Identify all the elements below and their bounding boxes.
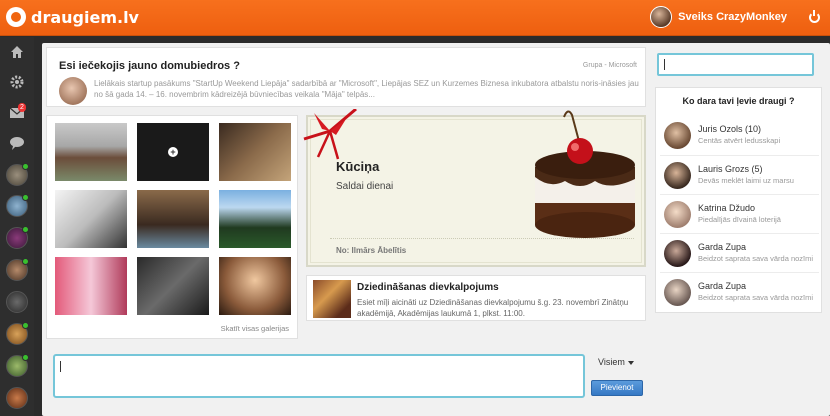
- friend-activity: Beidzot saprata sava vārda nozīmi: [698, 254, 814, 263]
- cake-icon: [535, 110, 635, 238]
- avatar[interactable]: [650, 6, 673, 28]
- list-item[interactable]: Juris Ozols (10) Centās atvērt ledusskap…: [660, 116, 819, 155]
- question-text: Lielākais startup pasākums "StartUp Week…: [94, 79, 639, 99]
- friend-avatar[interactable]: [6, 387, 28, 409]
- logo[interactable]: draugiem.lv: [6, 7, 139, 27]
- online-indicator: [22, 163, 29, 170]
- friend-name[interactable]: Katrina Džudo: [698, 203, 755, 213]
- birthday-subtitle: Saldai dienai: [336, 181, 394, 192]
- left-rail: 2: [0, 37, 34, 416]
- post-input[interactable]: [53, 354, 585, 398]
- event-image[interactable]: [313, 280, 351, 318]
- post-button[interactable]: Pievienot: [591, 380, 643, 396]
- audience-select[interactable]: Visiem: [598, 357, 634, 367]
- question-card[interactable]: Esi iečekojis jauno domubiedros ? Grupa …: [46, 47, 646, 107]
- gallery-thumb[interactable]: +: [137, 123, 209, 181]
- user-greeting[interactable]: Sveiks CrazyMonkey: [678, 11, 787, 23]
- online-indicator: [22, 226, 29, 233]
- user-area: Sveiks CrazyMonkey: [650, 6, 820, 28]
- friends-panel: Ko dara tavi ļevie draugi ? Juris Ozols …: [655, 87, 822, 313]
- plus-icon[interactable]: +: [168, 147, 178, 157]
- birthday-card[interactable]: Kūciņa Saldai dienai No: Ilmārs Ābelītis: [303, 109, 646, 267]
- avatar[interactable]: [664, 240, 691, 267]
- birthday-from[interactable]: No: Ilmārs Ābelītis: [336, 246, 406, 255]
- text-caret: [664, 59, 665, 70]
- question-group[interactable]: Grupa - Microsoft: [583, 62, 637, 69]
- avatar[interactable]: [664, 162, 691, 189]
- list-item[interactable]: Garda Zupa Beidzot saprata sava vārda no…: [660, 233, 819, 272]
- avatar[interactable]: [664, 279, 691, 306]
- gallery-thumb[interactable]: [219, 123, 291, 181]
- list-item[interactable]: Lauris Grozs (5) Devās meklēt laimi uz m…: [660, 155, 819, 194]
- text-caret: [60, 361, 61, 372]
- gallery-thumb[interactable]: [137, 190, 209, 248]
- friends-title: Ko dara tavi ļevie draugi ?: [682, 96, 795, 106]
- home-icon[interactable]: [9, 44, 25, 60]
- search-input[interactable]: [657, 53, 814, 76]
- gallery-thumb[interactable]: [55, 123, 127, 181]
- gear-icon[interactable]: [9, 74, 25, 90]
- event-text: Esiet mīļi aicināti uz Dziedināšanas die…: [357, 298, 629, 318]
- avatar[interactable]: [664, 201, 691, 228]
- friend-activity: Piedalījās dīvainā loterijā: [698, 215, 781, 224]
- gallery-thumb[interactable]: [137, 257, 209, 315]
- gallery-card: + Skatīt visas galerijas: [46, 115, 298, 339]
- online-indicator: [22, 194, 29, 201]
- friend-name[interactable]: Garda Zupa: [698, 242, 746, 252]
- friend-avatar[interactable]: [6, 291, 28, 313]
- gallery-thumb[interactable]: [55, 257, 127, 315]
- gallery-thumb[interactable]: [55, 190, 127, 248]
- friend-activity: Beidzot saprata sava vārda nozīmi: [698, 293, 814, 302]
- event-title[interactable]: Dziedināšanas dievkalpojums: [357, 282, 499, 293]
- friend-name[interactable]: Garda Zupa: [698, 281, 746, 291]
- chat-icon[interactable]: [9, 135, 25, 151]
- logo-text: draugiem.lv: [31, 7, 139, 27]
- list-item[interactable]: Garda Zupa Beidzot saprata sava vārda no…: [660, 272, 819, 311]
- logo-mark: [6, 7, 26, 27]
- mail-badge: 2: [18, 103, 26, 112]
- online-indicator: [22, 258, 29, 265]
- friend-name[interactable]: Juris Ozols (10): [698, 124, 761, 134]
- power-icon[interactable]: [809, 9, 820, 23]
- online-indicator: [22, 354, 29, 361]
- friend-activity: Devās meklēt laimi uz marsu: [698, 176, 794, 185]
- online-indicator: [22, 322, 29, 329]
- friend-name[interactable]: Lauris Grozs (5): [698, 164, 763, 174]
- question-title[interactable]: Esi iečekojis jauno domubiedros ?: [59, 60, 240, 72]
- gallery-link[interactable]: Skatīt visas galerijas: [221, 324, 289, 333]
- gallery-thumb[interactable]: [219, 257, 291, 315]
- birthday-title: Kūciņa: [336, 159, 380, 174]
- avatar[interactable]: [664, 122, 691, 149]
- list-item[interactable]: Katrina Džudo Piedalījās dīvainā loterij…: [660, 194, 819, 233]
- gallery-thumb[interactable]: [219, 190, 291, 248]
- friend-activity: Centās atvērt ledusskapi: [698, 136, 781, 145]
- avatar[interactable]: [59, 77, 87, 105]
- top-bar: draugiem.lv Sveiks CrazyMonkey: [0, 0, 830, 36]
- main-content: Esi iečekojis jauno domubiedros ? Grupa …: [42, 43, 830, 416]
- event-card[interactable]: Dziedināšanas dievkalpojums Esiet mīļi a…: [306, 275, 646, 321]
